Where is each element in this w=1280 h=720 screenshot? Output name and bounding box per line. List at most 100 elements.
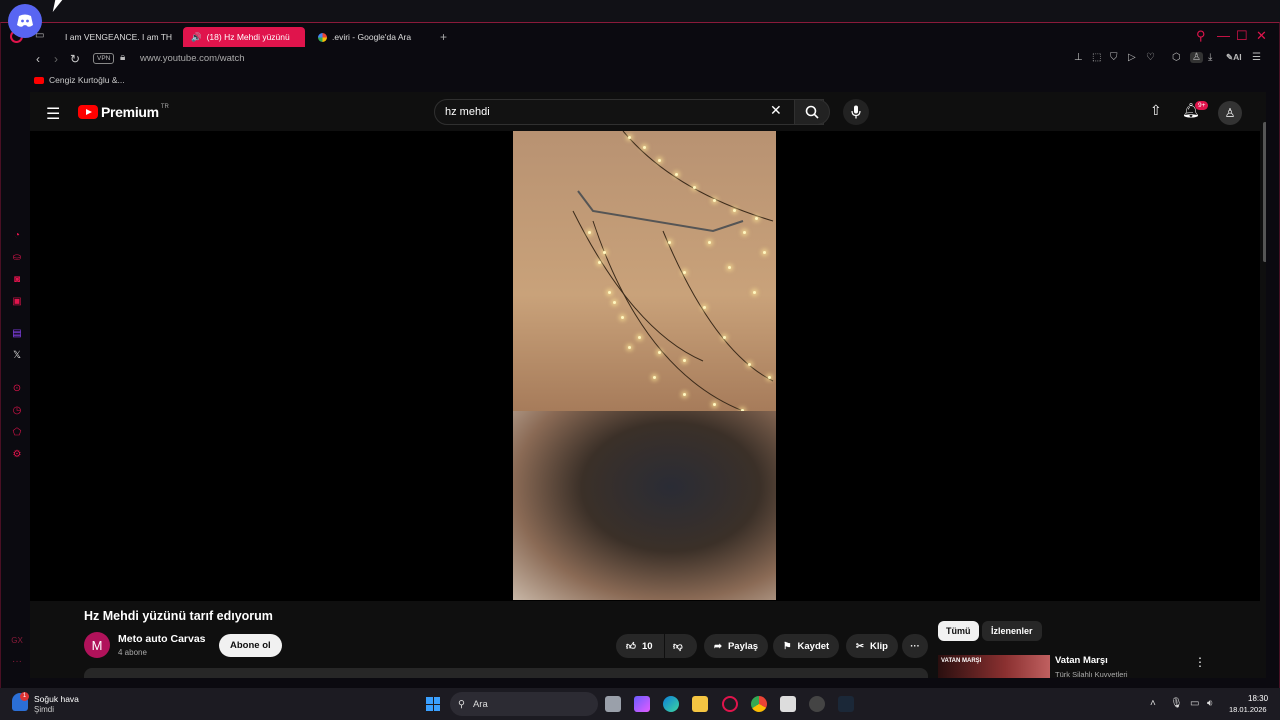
edge-icon[interactable]: [663, 696, 679, 712]
aria-icon[interactable]: ◔: [10, 230, 24, 241]
settings-icon[interactable]: ⚙: [10, 449, 24, 460]
app-icon[interactable]: [809, 696, 825, 712]
heart-icon[interactable]: ♡: [1146, 52, 1155, 63]
clock-date[interactable]: 18.01.2026: [1229, 705, 1267, 714]
thumbnail-text: VATAN MARŞI: [941, 658, 982, 664]
discord-icon[interactable]: [8, 4, 42, 38]
pin-icon[interactable]: ⊥: [1074, 52, 1083, 63]
x-icon[interactable]: 𝕏: [10, 350, 24, 361]
recommendation-thumbnail[interactable]: VATAN MARŞI: [938, 655, 1050, 678]
gx-icon[interactable]: GX: [10, 636, 24, 645]
tray-chevron-icon[interactable]: ˄: [1150, 698, 1156, 709]
store-icon[interactable]: [780, 696, 796, 712]
more-actions-button[interactable]: ···: [902, 634, 928, 658]
page-scrollbar[interactable]: [1263, 122, 1266, 262]
back-button[interactable]: ‹: [36, 52, 40, 66]
extensions-icon[interactable]: ⬡: [1172, 52, 1181, 63]
chip-watched[interactable]: İzlenenler: [982, 621, 1042, 641]
description-box[interactable]: [84, 668, 928, 678]
file-explorer-icon[interactable]: [692, 696, 708, 712]
more-sidebar-icon[interactable]: ···: [10, 656, 24, 667]
lock-icon[interactable]: 🔒︎: [120, 52, 125, 63]
messenger-icon[interactable]: ◙: [10, 274, 24, 285]
dislike-button[interactable]: 👎︎: [665, 634, 697, 658]
windows-start-icon[interactable]: [426, 697, 440, 711]
search-input[interactable]: hz mehdi: [434, 99, 824, 125]
google-icon: [318, 32, 327, 42]
subscriber-count: 4 abone: [118, 648, 147, 657]
recommendation-channel[interactable]: Türk Silahlı Kuvvetleri: [1055, 670, 1128, 678]
download-icon[interactable]: ⤓: [1208, 52, 1212, 63]
video-title: Hz Mehdi yüzünü tarıf edıyorum: [84, 609, 273, 623]
subscribe-button[interactable]: Abone ol: [219, 634, 282, 657]
hamburger-menu-icon[interactable]: ☰: [46, 104, 60, 124]
snapshot-icon[interactable]: ⬚: [1092, 52, 1101, 63]
network-icon[interactable]: ▭: [1190, 698, 1199, 709]
copilot-icon[interactable]: [634, 696, 650, 712]
bookmark-item[interactable]: Cengiz Kurtoğlu &...: [34, 75, 125, 85]
bookmark-label: Cengiz Kurtoğlu &...: [49, 75, 125, 85]
new-tab-button[interactable]: +: [440, 30, 447, 44]
save-button[interactable]: ⚑ Kaydet: [773, 634, 840, 658]
profile-icon[interactable]: ♙: [1190, 52, 1203, 63]
extensions-side-icon[interactable]: ⬠: [10, 427, 24, 438]
close-button[interactable]: ✕: [1256, 28, 1267, 44]
channel-avatar[interactable]: M: [84, 632, 110, 658]
weather-title[interactable]: Soğuk hava: [34, 694, 79, 704]
microphone-icon: [851, 105, 861, 119]
account-avatar[interactable]: ♙: [1218, 101, 1242, 125]
share-icon: ➦: [714, 640, 722, 652]
bag-icon[interactable]: ⛀: [10, 252, 24, 263]
youtube-premium-logo[interactable]: Premium TR: [78, 104, 169, 120]
maximize-button[interactable]: ☐: [1236, 28, 1248, 44]
tab-google-search[interactable]: .eviri - Google'da Ara: [310, 27, 432, 47]
notification-badge: 9+: [1195, 101, 1209, 110]
search-query: hz mehdi: [445, 106, 490, 118]
search-icon: ⚲: [458, 698, 465, 710]
logo-text: Premium: [101, 104, 159, 120]
search-button[interactable]: [794, 99, 830, 125]
recommendation-menu-icon[interactable]: ⋮: [1194, 655, 1206, 669]
player-icon[interactable]: ⊙: [10, 383, 24, 394]
share-button[interactable]: ➦ Paylaş: [704, 634, 769, 658]
chrome-icon[interactable]: [751, 696, 767, 712]
upload-icon[interactable]: ⇧: [1150, 102, 1162, 119]
opera-gx-icon[interactable]: [722, 696, 738, 712]
channel-name[interactable]: Meto auto Carvas: [118, 633, 206, 645]
instagram-icon[interactable]: ▣: [10, 296, 24, 307]
clip-label: Klip: [869, 640, 888, 652]
like-button[interactable]: 👍︎ 10: [616, 634, 664, 658]
history-icon[interactable]: ◷: [10, 405, 24, 416]
tab-hz-mehdi[interactable]: 🔊 (18) Hz Mehdi yüzünü: [183, 27, 305, 47]
taskbar-search-label: Ara: [472, 698, 488, 710]
task-view-icon[interactable]: [605, 696, 621, 712]
shield-icon[interactable]: ⛉: [1110, 52, 1118, 63]
reload-button[interactable]: ↻: [70, 52, 80, 66]
address-bar[interactable]: www.youtube.com/watch: [140, 53, 245, 64]
play-icon[interactable]: ▷: [1128, 52, 1136, 63]
tab-label: (18) Hz Mehdi yüzünü: [206, 32, 290, 42]
microphone-tray-icon[interactable]: 🎙︎: [1170, 698, 1183, 709]
ai-button[interactable]: ✎AI: [1226, 52, 1242, 63]
menu-icon[interactable]: ☰: [1252, 52, 1261, 63]
clear-search-icon[interactable]: ✕: [770, 102, 782, 119]
chip-all[interactable]: Tümü: [938, 621, 979, 641]
youtube-logo-icon: [78, 105, 98, 119]
steam-icon[interactable]: [838, 696, 854, 712]
search-tabs-icon[interactable]: ⚲: [1196, 28, 1206, 44]
tab-vengeance[interactable]: I am VENGEANCE. I am TH: [52, 27, 180, 47]
clip-button[interactable]: ✂ Klip: [846, 634, 898, 658]
taskbar-search[interactable]: ⚲ Ara: [450, 692, 598, 716]
clock-time[interactable]: 18:30: [1248, 694, 1268, 703]
twitch-icon[interactable]: ▤: [10, 328, 24, 339]
share-label: Paylaş: [727, 640, 759, 652]
vpn-badge[interactable]: VPN: [93, 53, 115, 64]
recommendation-title[interactable]: Vatan Marşı: [1055, 655, 1108, 666]
volume-icon[interactable]: 🔉︎: [1207, 698, 1213, 709]
minimize-button[interactable]: —: [1217, 28, 1230, 43]
video-frame[interactable]: [513, 131, 776, 600]
tab-label: .eviri - Google'da Ara: [332, 32, 412, 42]
voice-search-button[interactable]: [843, 99, 869, 125]
forward-button[interactable]: ›: [54, 52, 58, 66]
desktop-background: [0, 0, 1280, 24]
